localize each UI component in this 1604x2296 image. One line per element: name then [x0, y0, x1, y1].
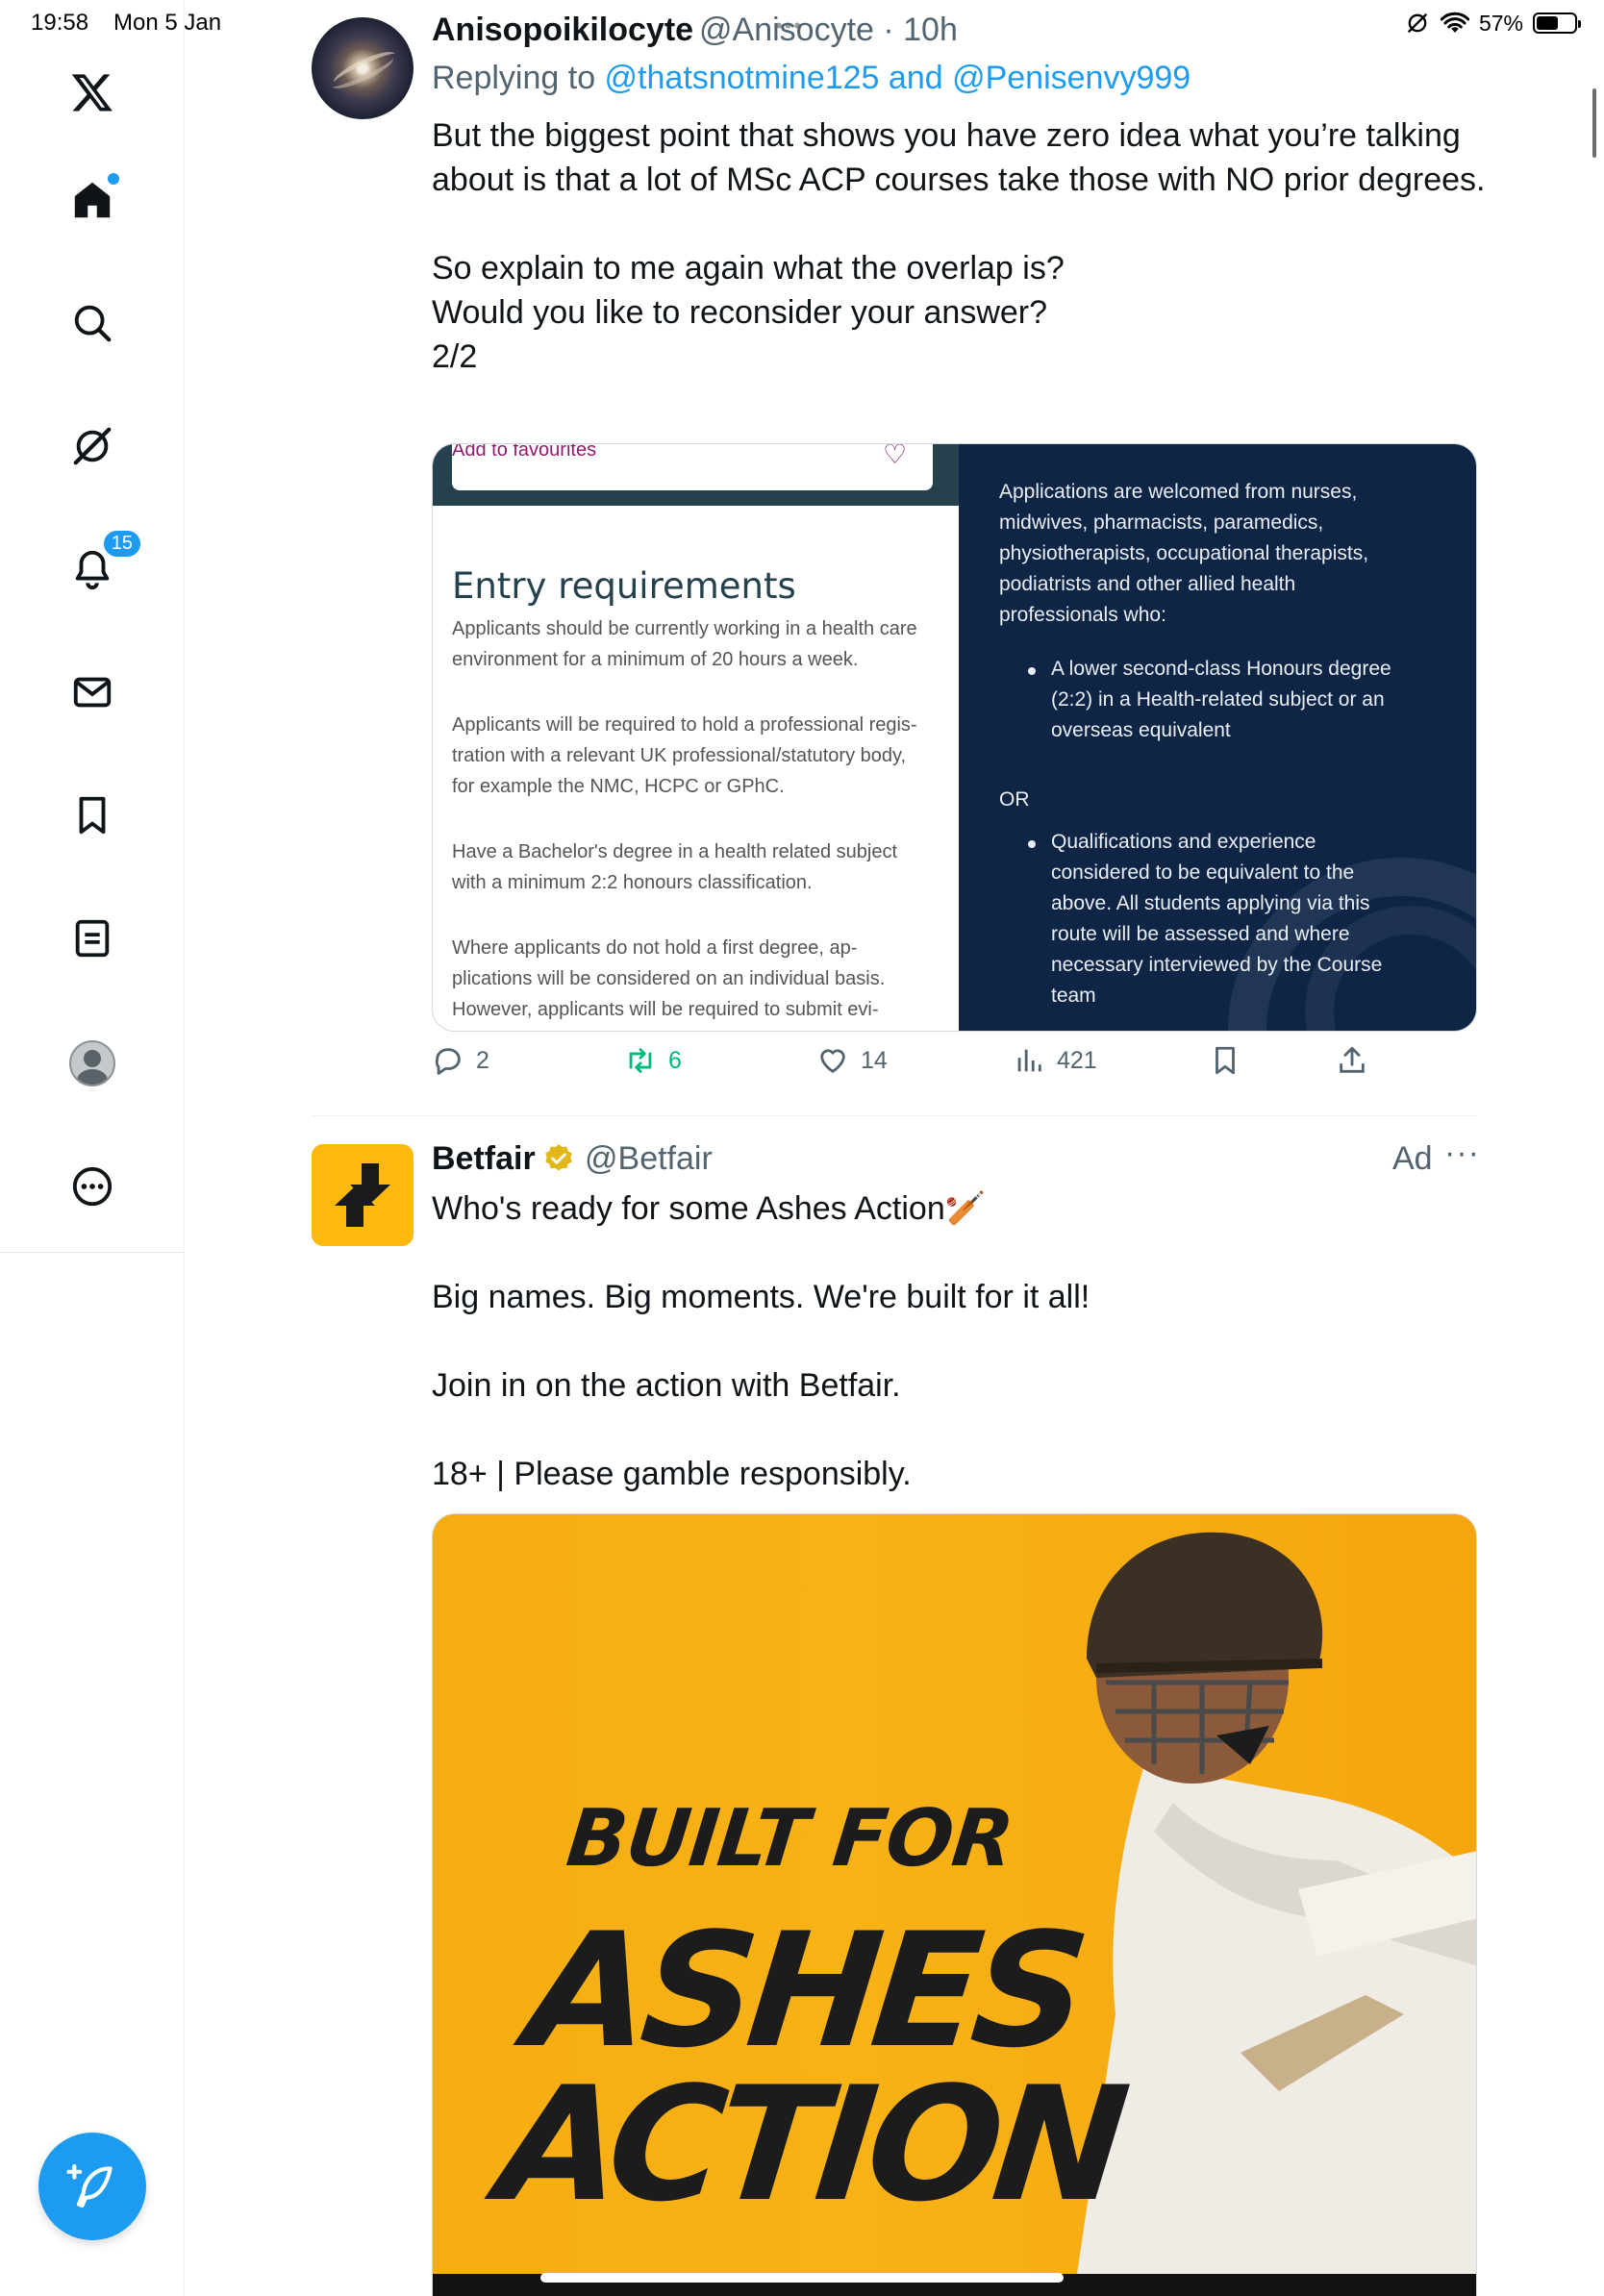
battery-percent: 57% [1478, 10, 1523, 36]
more-options-button[interactable]: ··· [1444, 1135, 1480, 1172]
ad-label: Ad [1392, 1140, 1433, 1177]
time-separator: · [873, 12, 904, 48]
author-handle[interactable]: @Anisocyte [699, 12, 874, 48]
entry-title: Entry requirements [452, 565, 796, 607]
tweet-text: Who's ready for some Ashes Action🏏 Big n… [432, 1190, 1090, 1492]
mail-icon [73, 677, 112, 708]
or-label: OR [998, 788, 1030, 811]
nav-notifications[interactable]: 15 [63, 529, 142, 598]
ad-image[interactable]: BUILT FOR ASHES ACTION [432, 1513, 1477, 2296]
nav-search[interactable] [63, 294, 121, 352]
author-handle-time[interactable]: @Anisocyte · 10h [699, 12, 958, 49]
betfair-avatar[interactable] [312, 1144, 414, 1246]
views-icon [1017, 1049, 1041, 1072]
views-count: 421 [1057, 1046, 1097, 1074]
search-icon [74, 305, 112, 342]
author-name[interactable]: Betfair [432, 1140, 536, 1178]
reply-mentions[interactable]: @thatsnotmine125 and @Penisenvy999 [605, 60, 1191, 96]
bullet-dot [1027, 667, 1036, 675]
nav-grok[interactable] [63, 417, 121, 475]
bookmark-icon [1216, 1046, 1235, 1075]
betfair-logo-icon [335, 1163, 390, 1227]
sidebar-divider [0, 1252, 185, 1253]
like-button[interactable]: 14 [816, 1044, 888, 1077]
avatar-icon [69, 1040, 115, 1086]
requirement-bullet: Qualifications and experience considered… [1050, 831, 1383, 1007]
applications-intro: Applications are welcomed from nurses, m… [998, 481, 1369, 626]
tweet-media[interactable]: Add to favourites ♡ Entry requirements A… [432, 443, 1477, 1032]
reply-button[interactable]: 2 [432, 1044, 489, 1077]
compose-button[interactable] [38, 2133, 146, 2240]
ad-headline-line1: BUILT FOR [563, 1793, 1017, 1884]
tweet-actions: 2 6 14 421 [432, 1044, 1490, 1092]
focus-icon [1407, 12, 1428, 34]
ad-headline-line3: ACTION [489, 2053, 1129, 2236]
scroll-indicator[interactable] [1592, 88, 1596, 158]
tweet-separator [312, 1115, 1477, 1116]
favourites-label: Add to favourites [452, 444, 597, 461]
reply-icon [435, 1048, 461, 1075]
entry-paragraph: Have a Bachelor's degree in a health rel… [452, 841, 897, 893]
nav-bookmarks[interactable] [63, 786, 121, 844]
compose-feather-icon [66, 2163, 113, 2208]
verified-gold-icon [545, 1144, 572, 1171]
bookmark-icon [79, 796, 106, 835]
requirement-bullet: A lower second-class Honours degree (2:2… [1050, 658, 1391, 741]
reply-context: Replying to @thatsnotmine125 and @Penise… [432, 60, 1190, 97]
reply-prefix: Replying to [432, 60, 605, 96]
author-name[interactable]: Anisopoikilocyte [432, 12, 693, 49]
repost-button[interactable]: 6 [624, 1044, 682, 1077]
reply-count: 2 [476, 1046, 489, 1074]
tweet-time[interactable]: 10h [903, 12, 958, 48]
notification-badge: 15 [101, 529, 142, 559]
status-right: 57% [1404, 10, 1581, 37]
views-button[interactable]: 421 [1013, 1044, 1097, 1077]
tweet-text: But the biggest point that shows you hav… [432, 117, 1486, 375]
heart-icon [820, 1049, 845, 1073]
home-indicator[interactable] [540, 2273, 1064, 2283]
nav-messages[interactable] [63, 663, 121, 721]
bookmark-button[interactable] [1209, 1044, 1241, 1077]
entry-paragraph: Applicants will be required to hold a pr… [452, 714, 917, 797]
grok-icon [73, 427, 112, 465]
like-count: 14 [861, 1046, 888, 1074]
home-icon [74, 182, 111, 218]
share-icon [1340, 1046, 1365, 1073]
share-button[interactable] [1336, 1044, 1368, 1077]
home-unread-dot [108, 173, 119, 185]
nav-home[interactable] [63, 171, 121, 229]
more-icon [72, 1166, 113, 1207]
bullet-dot [1027, 840, 1036, 848]
entry-paragraph: Applicants should be currently working i… [452, 618, 917, 670]
nav-more[interactable] [63, 1158, 121, 1215]
nav-profile[interactable] [63, 1035, 121, 1092]
media-image-entry-requirements[interactable]: Add to favourites ♡ Entry requirements A… [433, 444, 959, 1031]
x-logo-icon[interactable] [63, 63, 121, 121]
heart-icon: ♡ [883, 444, 908, 469]
battery-icon [1533, 12, 1581, 34]
repost-icon [629, 1048, 652, 1073]
list-icon [75, 919, 110, 958]
media-image-applications[interactable]: Applications are welcomed from nurses, m… [958, 444, 1476, 1031]
wifi-icon [1440, 12, 1469, 33]
entry-paragraph: Where applicants do not hold a first deg… [452, 937, 886, 1020]
nav-lists[interactable] [63, 910, 121, 967]
author-handle[interactable]: @Betfair [585, 1140, 713, 1178]
sidebar: 15 [0, 0, 185, 2296]
author-avatar[interactable] [312, 17, 414, 119]
repost-count: 6 [668, 1046, 682, 1074]
